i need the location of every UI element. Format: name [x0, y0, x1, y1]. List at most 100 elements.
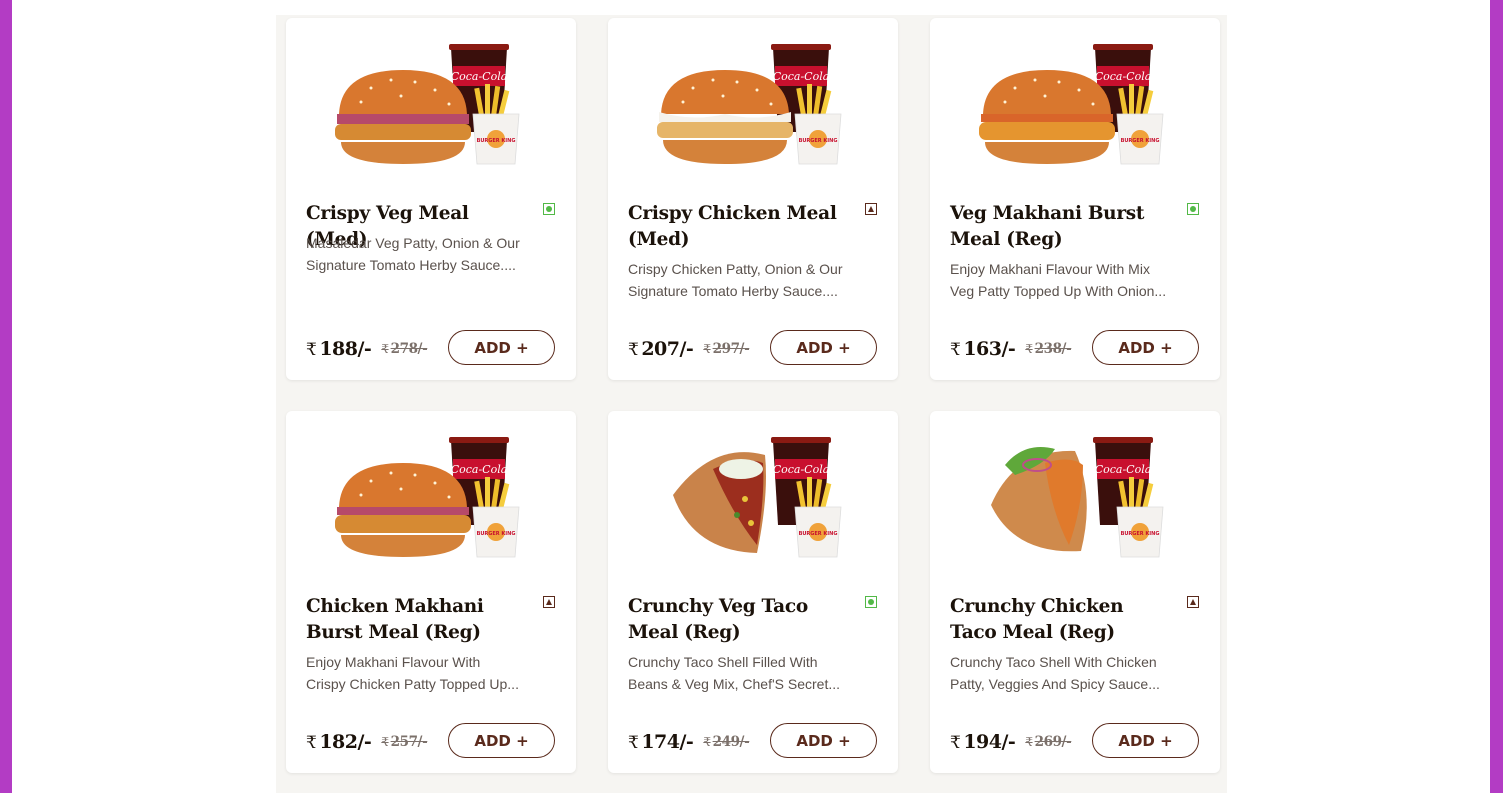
add-button[interactable]: ADD + [770, 330, 877, 365]
add-button[interactable]: ADD + [770, 723, 877, 758]
description-line: Crunchy Taco Shell Filled With [628, 654, 818, 670]
nonveg-icon [865, 203, 877, 215]
svg-text:BURGER KING: BURGER KING [477, 531, 516, 537]
price-value: 174/- [641, 731, 694, 753]
original-price: ₹297/- [703, 341, 749, 357]
rupee-icon: ₹ [703, 342, 711, 356]
item-title: Crispy Chicken Meal (Med) [628, 203, 837, 250]
description-line: Signature Tomato Herby Sauce.... [628, 282, 838, 299]
rupee-icon: ₹ [950, 340, 961, 360]
original-price-value: 278/- [390, 341, 428, 357]
add-button[interactable]: ADD + [1092, 330, 1199, 365]
rupee-icon: ₹ [950, 733, 961, 753]
rupee-icon: ₹ [1025, 342, 1033, 356]
price-row: ₹182/- ₹257/- [306, 727, 428, 757]
item-title: Crunchy Veg Taco Meal (Reg) [628, 596, 808, 643]
meal-image: Coca-Cola BURGER KING [975, 42, 1175, 168]
item-description: Crispy Chicken Patty, Onion & Our Signat… [628, 259, 868, 302]
meal-image: Coca-Cola BURGER KING [653, 435, 853, 561]
price-value: 194/- [963, 731, 1016, 753]
rupee-icon: ₹ [703, 735, 711, 749]
price: ₹194/- [950, 731, 1016, 753]
original-price-value: 249/- [712, 734, 750, 750]
description-line: Beans & Veg Mix, Chef'S Secret... [628, 675, 840, 692]
menu-grid: Coca-Cola BURGER KING Crispy Veg Meal (M… [276, 15, 1227, 793]
taco-icon [991, 447, 1087, 552]
rupee-icon: ₹ [1025, 735, 1033, 749]
add-button[interactable]: ADD + [1092, 723, 1199, 758]
veg-icon [543, 203, 555, 215]
menu-card[interactable]: Coca-Cola BURGER KING [930, 18, 1220, 380]
fries-icon: BURGER KING [1116, 477, 1164, 558]
item-description: Enjoy Makhani Flavour With Crispy Chicke… [306, 652, 546, 695]
price-value: 188/- [319, 338, 372, 360]
menu-card[interactable]: Coca-Cola BURGER KING [286, 411, 576, 773]
original-price-value: 238/- [1034, 341, 1072, 357]
rupee-icon: ₹ [381, 735, 389, 749]
description-line: Patty, Veggies And Spicy Sauce... [950, 675, 1160, 692]
rupee-icon: ₹ [306, 733, 317, 753]
original-price-value: 257/- [390, 734, 428, 750]
svg-text:BURGER KING: BURGER KING [799, 531, 838, 537]
fries-icon: BURGER KING [794, 84, 842, 165]
description-line: Enjoy Makhani Flavour With [306, 654, 481, 670]
description-line: Enjoy Makhani Flavour With Mix [950, 261, 1150, 277]
price-row: ₹207/- ₹297/- [628, 334, 750, 364]
price-row: ₹163/- ₹238/- [950, 334, 1072, 364]
price-row: ₹188/- ₹278/- [306, 334, 428, 364]
menu-card[interactable]: Coca-Cola BURGER KING [286, 18, 576, 380]
item-title: Chicken Makhani Burst Meal (Reg) [306, 596, 484, 643]
svg-text:Coca-Cola: Coca-Cola [1095, 70, 1152, 83]
svg-text:Coca-Cola: Coca-Cola [451, 463, 508, 476]
nonveg-icon [1187, 596, 1199, 608]
item-description: Masaledar Veg Patty, Onion & Our Signatu… [306, 233, 546, 276]
svg-text:Coca-Cola: Coca-Cola [773, 70, 830, 83]
price-row: ₹194/- ₹269/- [950, 727, 1072, 757]
price: ₹182/- [306, 731, 372, 753]
price-value: 207/- [641, 338, 694, 360]
nonveg-icon [543, 596, 555, 608]
rupee-icon: ₹ [628, 340, 639, 360]
menu-card[interactable]: Coca-Cola BURGER KING [608, 18, 898, 380]
item-title: Veg Makhani Burst Meal (Reg) [950, 203, 1145, 250]
price-value: 182/- [319, 731, 372, 753]
fries-icon: BURGER KING [1116, 84, 1164, 165]
rupee-icon: ₹ [628, 733, 639, 753]
burger-icon [335, 463, 471, 557]
original-price-value: 297/- [712, 341, 750, 357]
svg-text:BURGER KING: BURGER KING [1121, 531, 1160, 537]
menu-card[interactable]: Coca-Cola BURGER KING [608, 411, 898, 773]
page: Coca-Cola BURGER KING Crispy Veg Meal (M… [12, 0, 1490, 793]
fries-icon: BURGER KING [794, 477, 842, 558]
original-price: ₹249/- [703, 734, 749, 750]
veg-icon [865, 596, 877, 608]
original-price: ₹269/- [1025, 734, 1071, 750]
svg-text:Coca-Cola: Coca-Cola [451, 70, 508, 83]
taco-icon [673, 452, 766, 553]
description-line: Crunchy Taco Shell With Chicken [950, 654, 1157, 670]
rupee-icon: ₹ [306, 340, 317, 360]
price-value: 163/- [963, 338, 1016, 360]
meal-image: Coca-Cola BURGER KING [331, 42, 531, 168]
item-description: Enjoy Makhani Flavour With Mix Veg Patty… [950, 259, 1190, 302]
original-price-value: 269/- [1034, 734, 1072, 750]
fries-icon: BURGER KING [472, 477, 520, 558]
veg-icon [1187, 203, 1199, 215]
svg-text:BURGER KING: BURGER KING [799, 138, 838, 144]
meal-image: Coca-Cola BURGER KING [975, 435, 1175, 561]
price: ₹163/- [950, 338, 1016, 360]
item-title: Crunchy Chicken Taco Meal (Reg) [950, 596, 1124, 643]
description-line: Crispy Chicken Patty Topped Up... [306, 675, 519, 692]
price-row: ₹174/- ₹249/- [628, 727, 750, 757]
description-line: Veg Patty Topped Up With Onion... [950, 282, 1167, 299]
menu-card[interactable]: Coca-Cola BURGER KING [930, 411, 1220, 773]
meal-image: Coca-Cola BURGER KING [331, 435, 531, 561]
add-button[interactable]: ADD + [448, 330, 555, 365]
description-line: Crispy Chicken Patty, Onion & Our [628, 261, 843, 277]
add-button[interactable]: ADD + [448, 723, 555, 758]
svg-text:Coca-Cola: Coca-Cola [1095, 463, 1152, 476]
original-price: ₹238/- [1025, 341, 1071, 357]
burger-icon [335, 70, 471, 164]
original-price: ₹278/- [381, 341, 427, 357]
price: ₹207/- [628, 338, 694, 360]
